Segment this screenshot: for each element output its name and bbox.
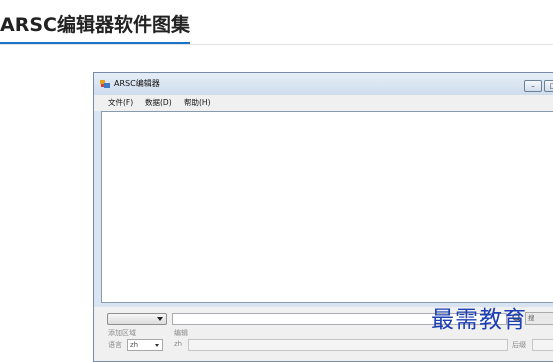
chevron-down-icon: [157, 317, 163, 321]
language-value: zh: [130, 341, 139, 349]
menubar: 文件(F) 数据(D) 帮助(H): [94, 95, 553, 111]
suffix-field[interactable]: [532, 339, 553, 351]
window-titlebar: ARSC编辑器 – □: [94, 73, 553, 95]
edit-label: 编辑: [174, 329, 188, 337]
add-region-label: 添加区域: [108, 329, 136, 337]
app-icon: [100, 80, 110, 88]
filter-combo[interactable]: [107, 313, 167, 325]
page-title: ARSC编辑器软件图集: [0, 14, 190, 36]
edit-field[interactable]: [188, 339, 508, 351]
resource-list-area[interactable]: [101, 111, 553, 303]
minimize-button[interactable]: –: [524, 80, 542, 92]
language-combo[interactable]: zh: [127, 339, 163, 351]
menu-data[interactable]: 数据(D): [145, 97, 172, 108]
language-label: 语言: [108, 341, 122, 349]
watermark-logo: 最需教育: [431, 307, 527, 333]
menu-help[interactable]: 帮助(H): [184, 97, 211, 108]
maximize-button[interactable]: □: [544, 80, 553, 92]
suffix-label: 后缀: [512, 341, 526, 349]
menu-file[interactable]: 文件(F): [108, 97, 133, 108]
search-button[interactable]: 搜: [525, 312, 553, 325]
title-divider: [0, 44, 553, 45]
window-title: ARSC编辑器: [114, 79, 160, 88]
